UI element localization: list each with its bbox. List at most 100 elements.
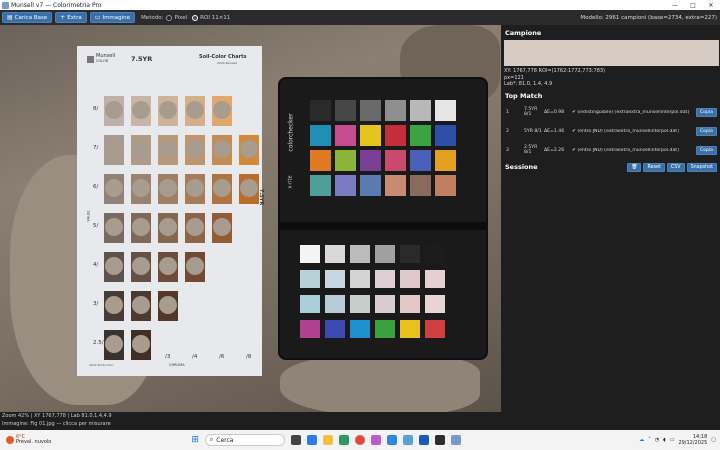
close-button[interactable]: ✕ (702, 2, 720, 9)
radio-on-icon (192, 14, 199, 21)
plus-icon: + (60, 14, 66, 21)
match-delta-e: ΔE=1.46 (544, 128, 565, 134)
app-icon[interactable] (306, 435, 317, 445)
munsell-logo-icon (87, 55, 94, 63)
task-view-icon[interactable] (290, 435, 301, 445)
trash-button[interactable]: 🗑 (627, 162, 642, 172)
copy-button[interactable]: Copia (695, 145, 717, 155)
chip-hole (240, 179, 258, 197)
value-axis-label: VALUE (86, 210, 91, 222)
match-delta-e: ΔE=2.26 (544, 147, 565, 153)
chrome-icon[interactable] (354, 435, 365, 445)
status-line-zoom: Zoom 42% | XY 1767,778 | Lab 81.0,1.4,4.… (2, 413, 112, 419)
chip-hole (186, 218, 204, 236)
value-label: 3/ (93, 301, 99, 307)
reset-button[interactable]: Reset (643, 162, 665, 172)
munsell-chip (131, 213, 151, 243)
wifi-icon[interactable]: ◔ (655, 437, 659, 443)
match-rank: 2 (506, 128, 509, 134)
chip-hole (132, 179, 150, 197)
taskbar-search[interactable]: ⌕ Cerca (204, 434, 285, 446)
method-roi-radio[interactable]: ROI 11×11 (192, 14, 230, 21)
match-rank: 1 (506, 109, 509, 115)
terminal-icon[interactable] (434, 435, 445, 445)
chroma-label: /6 (219, 354, 225, 360)
munsell-chip (131, 252, 151, 282)
munsell-chip (158, 174, 178, 204)
sample-lab: Lab*: 81.0, 1.4, 4.9 (504, 81, 553, 87)
weather-desc: Preval. nuvolo (16, 439, 52, 445)
checker-patch (350, 320, 370, 338)
munsell-chip (239, 174, 259, 204)
checker-patch (400, 295, 420, 313)
checker-patch (435, 125, 456, 146)
notification-icon[interactable]: ▢ (711, 437, 716, 443)
side-tab-label: 7.5YR (258, 188, 265, 206)
whatsapp-icon[interactable] (338, 435, 349, 445)
load-base-button[interactable]: ▤ Carica Base (2, 12, 53, 23)
munsell-chip (185, 135, 205, 165)
checker-patch (425, 295, 445, 313)
image-canvas[interactable]: Munsell COLOR 7.5YR Soil-Color Charts 20… (0, 25, 501, 412)
chip-hole (186, 257, 204, 275)
system-tray: ☁ ˄ ◔ ◖ ▭ 14:18 29/12/2025 ▢ (639, 434, 716, 446)
munsell-chip (158, 252, 178, 282)
checker-patch (425, 320, 445, 338)
chip-hole (105, 218, 123, 236)
checker-patch (335, 100, 356, 121)
munsell-chip (131, 96, 151, 126)
checker-patch (385, 175, 406, 196)
cloud-icon[interactable]: ☁ (639, 437, 644, 443)
match-row: 3 2.5YR 8/1 ΔE=2.26 ✔ (entro JND) [extraext… (504, 141, 717, 160)
csv-button[interactable]: CSV (666, 162, 685, 172)
volume-icon[interactable]: ◖ (663, 437, 666, 443)
checker-patch (360, 125, 381, 146)
value-label: 5/ (93, 223, 99, 229)
chevron-up-icon[interactable]: ˄ (648, 437, 651, 443)
munsell-chip (158, 213, 178, 243)
checker-patch (350, 245, 370, 263)
checker-patch (310, 175, 331, 196)
side-panel: Campione XY: 1767,778 ROI=(1762:1772,773… (501, 25, 720, 412)
method-pixel-radio[interactable]: Pixel (166, 14, 187, 21)
chart-title: Soil-Color Charts (199, 54, 247, 60)
checker-patch (300, 245, 320, 263)
checker-hinge (280, 222, 486, 230)
checker-patch (400, 245, 420, 263)
snapshot-button[interactable]: Snapshot (686, 162, 717, 172)
chart-hue: 7.5YR (131, 55, 153, 63)
maximize-button[interactable]: □ (684, 2, 702, 9)
app-icon[interactable] (370, 435, 381, 445)
minimize-button[interactable]: — (666, 2, 684, 9)
status-line-image: Immagine: Fig 01.jpg — clicca per misura… (2, 421, 111, 427)
method-label: Metodo: (141, 14, 164, 21)
app-icon[interactable] (402, 435, 413, 445)
weather-widget[interactable]: 6°C Preval. nuvolo (6, 435, 51, 445)
clock[interactable]: 14:18 29/12/2025 (678, 434, 707, 446)
munsell-chip (212, 174, 232, 204)
match-source: [extraextra_munsellinterpol.dat] (614, 109, 690, 115)
search-icon: ⌕ (209, 436, 214, 443)
checker-patch (425, 270, 445, 288)
start-icon[interactable]: ⊞ (191, 435, 199, 445)
file-explorer-icon[interactable] (322, 435, 333, 445)
app-icon[interactable] (386, 435, 397, 445)
copy-button[interactable]: Copia (695, 126, 717, 136)
copy-button[interactable]: Copia (695, 107, 717, 117)
munsell-chip (104, 96, 124, 126)
battery-icon[interactable]: ▭ (670, 437, 675, 443)
chroma-label: /8 (246, 354, 252, 360)
checker-patch (300, 295, 320, 313)
add-extra-button[interactable]: + Extra (55, 12, 87, 23)
checker-patch (385, 125, 406, 146)
app-icon[interactable] (450, 435, 461, 445)
checker-patch (350, 295, 370, 313)
checker-patch (325, 245, 345, 263)
munsell-chip (104, 174, 124, 204)
image-button[interactable]: ▭ Immagine (89, 12, 136, 23)
word-icon[interactable] (418, 435, 429, 445)
chip-hole (159, 179, 177, 197)
chip-hole (213, 101, 231, 119)
app-icon (2, 1, 9, 9)
chip-hole (186, 140, 204, 158)
